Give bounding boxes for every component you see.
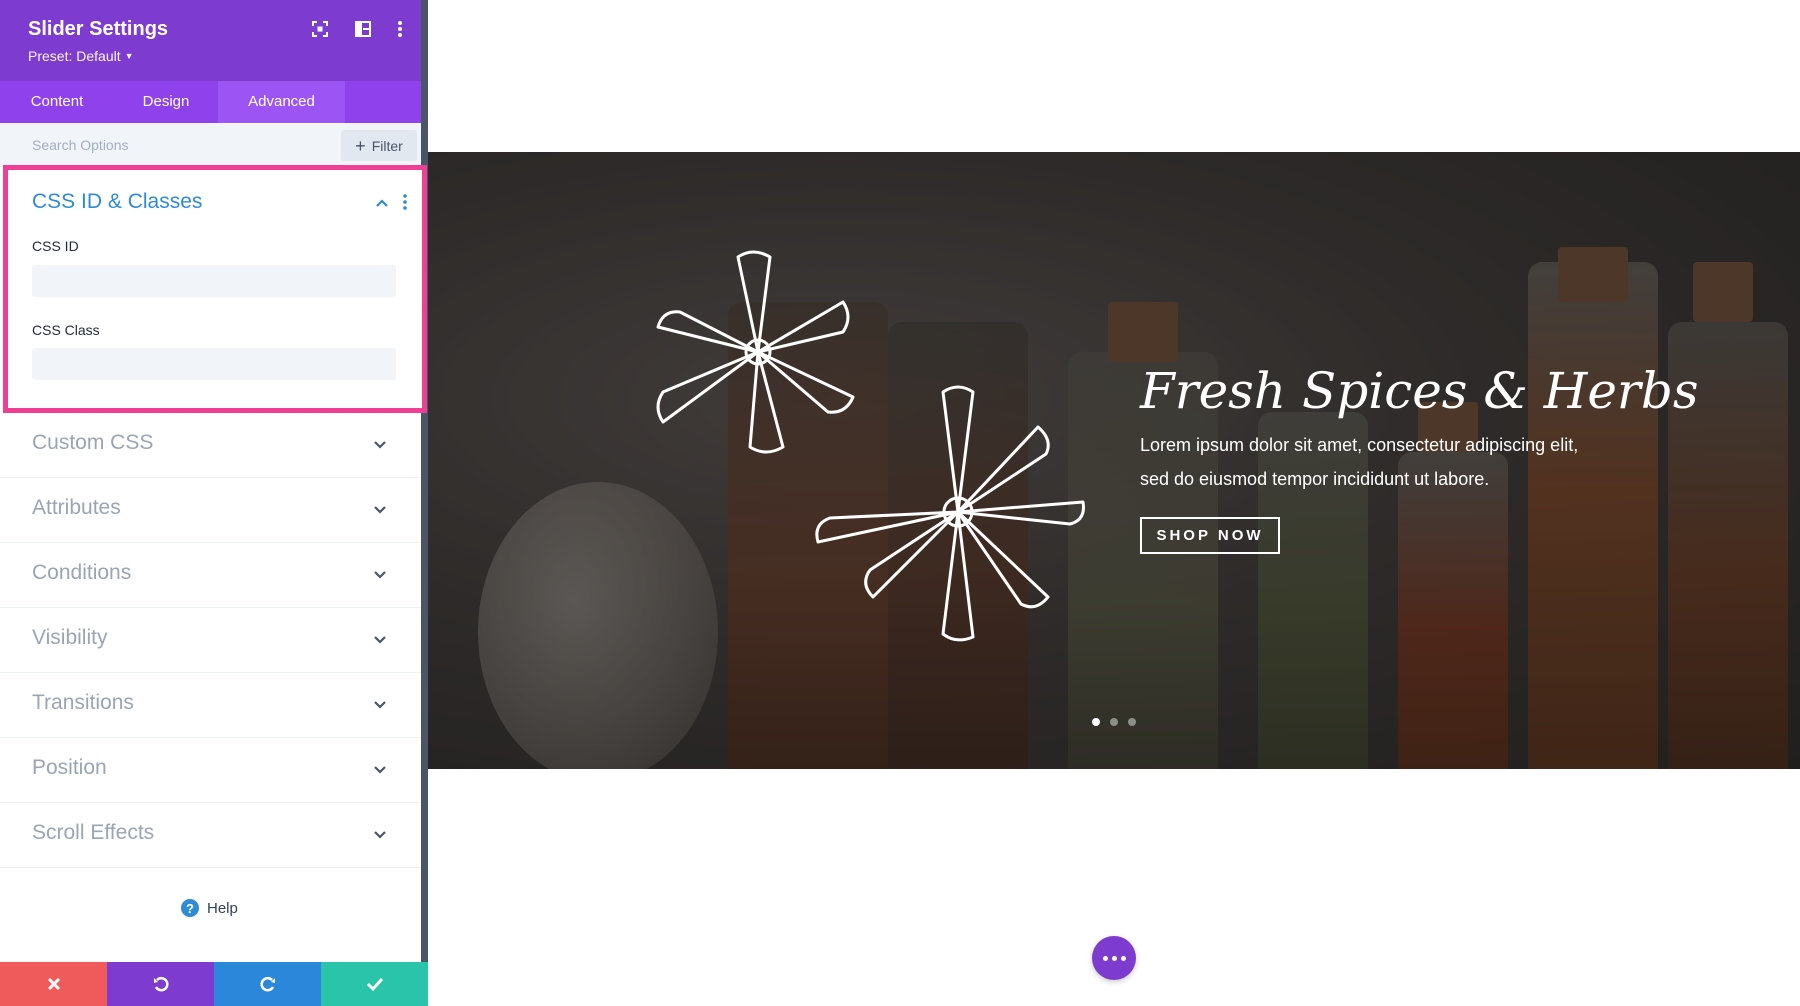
- close-icon: [47, 977, 60, 991]
- section-label: Custom CSS: [32, 431, 154, 454]
- preset-dropdown[interactable]: Preset: Default ▼: [28, 48, 134, 64]
- chevron-up-icon[interactable]: [375, 196, 389, 210]
- section-custom-css[interactable]: Custom CSS: [0, 413, 421, 478]
- more-vertical-icon[interactable]: [389, 18, 411, 40]
- bottom-action-bar: [0, 962, 428, 1006]
- section-label: Conditions: [32, 561, 132, 584]
- section-position[interactable]: Position: [0, 738, 421, 803]
- tab-content[interactable]: Content: [0, 81, 114, 123]
- preset-label: Preset: Default: [28, 48, 121, 64]
- help-icon: ?: [181, 899, 199, 917]
- filter-label: Filter: [371, 137, 403, 154]
- css-id-classes-section: CSS ID & Classes CSS ID CSS Class: [3, 165, 427, 413]
- section-label: Attributes: [32, 496, 121, 519]
- section-label: Scroll Effects: [32, 821, 155, 844]
- css-class-label: CSS Class: [32, 322, 100, 338]
- chevron-down-icon: [374, 831, 386, 839]
- undo-button[interactable]: [107, 962, 214, 1006]
- dot-icon: [1120, 955, 1126, 961]
- save-button[interactable]: [321, 962, 428, 1006]
- split-view-icon[interactable]: [352, 18, 374, 40]
- search-options-input[interactable]: [16, 129, 336, 161]
- section-label: Position: [32, 756, 107, 779]
- settings-panel: Slider Settings Preset: Default ▼ Content…: [0, 0, 428, 1006]
- discard-button[interactable]: [0, 962, 107, 1006]
- page-settings-button[interactable]: [1092, 936, 1136, 980]
- panel-header: Slider Settings Preset: Default ▼: [0, 0, 421, 81]
- section-scroll-effects[interactable]: Scroll Effects: [0, 803, 421, 868]
- section-attributes[interactable]: Attributes: [0, 478, 421, 543]
- panel-title: Slider Settings: [28, 18, 169, 40]
- section-transitions[interactable]: Transitions: [0, 673, 421, 738]
- css-id-label: CSS ID: [32, 238, 79, 254]
- css-id-field[interactable]: [32, 265, 396, 297]
- star-anise-illustration: [656, 250, 1085, 642]
- chevron-down-icon: [374, 571, 386, 579]
- plus-icon: +: [355, 135, 366, 156]
- chevron-down-icon: [374, 441, 386, 449]
- search-row: + Filter: [0, 123, 421, 167]
- shop-now-button[interactable]: SHOP NOW: [1140, 517, 1280, 554]
- slide-dot[interactable]: [1110, 718, 1118, 726]
- chevron-down-icon: [374, 636, 386, 644]
- filter-button[interactable]: + Filter: [341, 130, 417, 161]
- slide-dot[interactable]: [1092, 718, 1100, 726]
- expand-icon[interactable]: [309, 18, 331, 40]
- slide-description: Lorem ipsum dolor sit amet, consectetur …: [1140, 435, 1579, 489]
- chevron-down-icon: [374, 701, 386, 709]
- slide-title: Fresh Spices & Herbs: [1140, 362, 1699, 420]
- tab-advanced[interactable]: Advanced: [218, 81, 345, 123]
- css-class-field[interactable]: [32, 348, 396, 380]
- chevron-down-icon: [374, 766, 386, 774]
- section-title[interactable]: CSS ID & Classes: [32, 190, 202, 214]
- fullwidth-slider: Fresh Spices & Herbs Lorem ipsum dolor s…: [428, 152, 1800, 769]
- dot-icon: [1102, 955, 1108, 961]
- section-label: Visibility: [32, 626, 108, 649]
- section-label: Transitions: [32, 691, 134, 714]
- tab-design[interactable]: Design: [114, 81, 218, 123]
- slide-dot[interactable]: [1128, 718, 1136, 726]
- more-vertical-icon[interactable]: [402, 192, 408, 212]
- slider-pagination: [1092, 718, 1136, 726]
- settings-tabs: Content Design Advanced: [0, 81, 421, 123]
- undo-icon: [153, 976, 169, 992]
- help-label: Help: [207, 899, 238, 917]
- section-conditions[interactable]: Conditions: [0, 543, 421, 608]
- help-link[interactable]: ? Help: [181, 899, 238, 917]
- chevron-down-icon: [374, 506, 386, 514]
- dot-icon: [1111, 955, 1117, 961]
- redo-icon: [259, 976, 275, 992]
- check-icon: [366, 977, 383, 992]
- caret-down-icon: ▼: [124, 51, 134, 61]
- section-visibility[interactable]: Visibility: [0, 608, 421, 673]
- redo-button[interactable]: [214, 962, 321, 1006]
